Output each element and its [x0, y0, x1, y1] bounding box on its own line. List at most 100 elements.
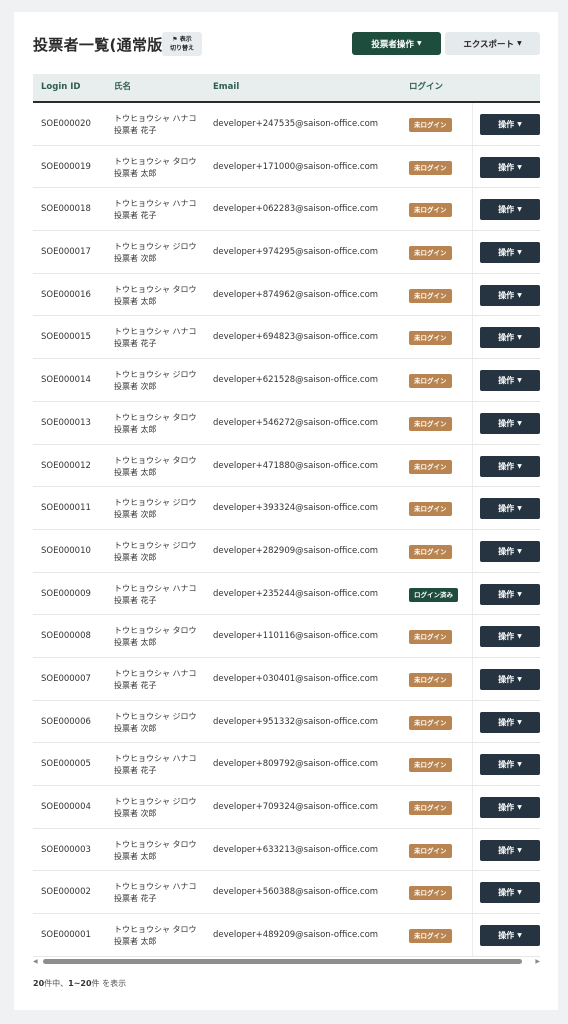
- voter-name: トウヒョウシャ タロウ 投票者 太郎: [114, 839, 197, 863]
- row-operation-button[interactable]: 操作 ▼: [480, 839, 540, 861]
- voter-name-kanji: 投票者 花子: [114, 894, 157, 904]
- export-label: エクスポート: [463, 39, 515, 50]
- total-unit: 件中、: [44, 979, 69, 988]
- column-header-login: ログイン: [409, 82, 444, 92]
- voter-email: developer+633213@saison-office.com: [213, 844, 379, 855]
- voter-email: developer+560388@saison-office.com: [213, 887, 379, 898]
- voter-ops-label: 投票者操作: [371, 39, 414, 50]
- voter-email: developer+030401@saison-office.com: [213, 673, 379, 684]
- column-divider: [472, 145, 473, 188]
- login-status-badge: ログイン済み: [409, 587, 458, 602]
- login-id: SOE000011: [41, 503, 91, 514]
- operation-label: 操作: [498, 546, 515, 556]
- voter-name-kanji: 投票者 次郎: [114, 809, 157, 818]
- login-id: SOE000015: [41, 332, 91, 343]
- voter-name-kanji: 投票者 太郎: [114, 467, 157, 477]
- operation-label: 操作: [498, 888, 515, 898]
- row-operation-button[interactable]: 操作 ▼: [480, 242, 540, 264]
- caret-down-icon: ▼: [517, 462, 522, 470]
- login-id: SOE000010: [41, 545, 91, 556]
- table-row: SOE000002 トウヒョウシャ ハナコ 投票者 花子 developer+5603…: [33, 871, 540, 915]
- voter-name-kanji: 投票者 花子: [114, 595, 157, 605]
- voter-email: developer+471880@saison-office.com: [213, 460, 379, 471]
- row-operation-button[interactable]: 操作 ▼: [480, 583, 540, 605]
- column-divider: [472, 657, 473, 700]
- row-operation-button[interactable]: 操作 ▼: [480, 370, 540, 392]
- operation-label: 操作: [498, 333, 515, 343]
- row-operation-button[interactable]: 操作 ▼: [480, 455, 540, 477]
- row-operation-button[interactable]: 操作 ▼: [480, 540, 540, 562]
- column-header-login-id: Login ID: [41, 82, 81, 92]
- caret-down-icon: ▼: [517, 846, 522, 854]
- voter-name-kana: トウヒョウシャ ハナコ: [114, 668, 197, 678]
- column-divider: [472, 487, 473, 529]
- voter-name-kana: トウヒョウシャ ジロウ: [114, 797, 197, 806]
- voter-name-kanji: 投票者 花子: [114, 680, 157, 690]
- voter-name-kana: トウヒョウシャ タロウ: [114, 284, 197, 294]
- row-operation-button[interactable]: 操作 ▼: [480, 882, 540, 904]
- operation-label: 操作: [498, 504, 515, 514]
- row-operation-button[interactable]: 操作 ▼: [480, 199, 540, 221]
- table-row: SOE000005 トウヒョウシャ ハナコ 投票者 花子 developer+8097…: [33, 743, 540, 786]
- login-status-badge: 未ログイン: [409, 118, 452, 132]
- scrollbar-thumb[interactable]: [43, 959, 522, 964]
- voter-name-kanji: 投票者 次郎: [114, 723, 157, 733]
- row-operation-button[interactable]: 操作 ▼: [480, 754, 540, 776]
- voter-name-kana: トウヒョウシャ タロウ: [114, 925, 197, 935]
- total-count: 20: [33, 979, 45, 988]
- row-operation-button[interactable]: 操作 ▼: [480, 797, 540, 818]
- display-toggle-button[interactable]: ⚑ 表示 切り替え: [162, 32, 202, 56]
- voter-operations-button[interactable]: 投票者操作 ▼: [352, 32, 441, 55]
- voter-name-kana: トウヒョウシャ ジロウ: [114, 540, 197, 550]
- voter-email: developer+489209@saison-office.com: [213, 930, 379, 941]
- horizontal-scrollbar[interactable]: ◀ ▶: [33, 957, 540, 966]
- voter-name-kana: トウヒョウシャ ジロウ: [114, 242, 197, 252]
- row-operation-button[interactable]: 操作 ▼: [480, 156, 540, 178]
- row-operation-button[interactable]: 操作 ▼: [480, 668, 540, 690]
- row-operation-button[interactable]: 操作 ▼: [480, 711, 540, 733]
- login-status-badge: 未ログイン: [409, 630, 452, 645]
- caret-down-icon: ▼: [517, 206, 522, 214]
- scroll-left-arrow-icon[interactable]: ◀: [33, 957, 38, 966]
- voter-email: developer+621528@saison-office.com: [213, 375, 379, 386]
- voter-name-kanji: 投票者 太郎: [114, 424, 157, 434]
- operation-label: 操作: [498, 760, 515, 770]
- row-operation-button[interactable]: 操作 ▼: [480, 925, 540, 947]
- voter-name: トウヒョウシャ ハナコ 投票者 花子: [114, 881, 197, 905]
- voter-name: トウヒョウシャ タロウ 投票者 太郎: [114, 625, 197, 649]
- row-operation-button[interactable]: 操作 ▼: [480, 498, 540, 520]
- voter-name-kanji: 投票者 花子: [114, 766, 157, 776]
- caret-down-icon: ▼: [517, 40, 522, 47]
- table-row: SOE000017 トウヒョウシャ ジロウ 投票者 次郎 developer+9742…: [33, 231, 540, 274]
- login-status-badge: 未ログイン: [409, 459, 452, 474]
- table-row: SOE000006 トウヒョウシャ ジロウ 投票者 次郎 developer+9513…: [33, 700, 540, 744]
- table-row: SOE000014 トウヒョウシャ ジロウ 投票者 次郎 developer+6215…: [33, 359, 540, 402]
- voter-name: トウヒョウシャ タロウ 投票者 太郎: [114, 156, 197, 180]
- column-divider: [472, 871, 473, 914]
- row-operation-button[interactable]: 操作 ▼: [480, 412, 540, 434]
- export-button[interactable]: エクスポート ▼: [445, 32, 540, 55]
- voter-email: developer+393324@saison-office.com: [213, 503, 379, 514]
- column-divider: [472, 743, 473, 785]
- row-operation-button[interactable]: 操作 ▼: [480, 114, 540, 135]
- voter-name: トウヒョウシャ ジロウ 投票者 次郎: [114, 241, 197, 265]
- voter-email: developer+546272@saison-office.com: [213, 417, 379, 428]
- login-id: SOE000004: [41, 802, 91, 812]
- table-row: SOE000010 トウヒョウシャ ジロウ 投票者 次郎 developer+2829…: [33, 529, 540, 573]
- caret-down-icon: ▼: [517, 121, 522, 128]
- row-operation-button[interactable]: 操作 ▼: [480, 327, 540, 349]
- login-id: SOE000014: [41, 375, 91, 386]
- login-status-badge: 未ログイン: [409, 758, 452, 773]
- row-operation-button[interactable]: 操作 ▼: [480, 626, 540, 648]
- login-id: SOE000020: [41, 119, 91, 129]
- table-row: SOE000007 トウヒョウシャ ハナコ 投票者 花子 developer+0304…: [33, 657, 540, 701]
- caret-down-icon: ▼: [517, 889, 522, 897]
- row-operation-button[interactable]: 操作 ▼: [480, 284, 540, 306]
- operation-label: 操作: [498, 674, 515, 684]
- scroll-right-arrow-icon[interactable]: ▶: [535, 957, 540, 966]
- caret-down-icon: ▼: [517, 590, 522, 598]
- caret-down-icon: ▼: [517, 932, 522, 940]
- voter-email: developer+694823@saison-office.com: [213, 332, 379, 343]
- login-id: SOE000006: [41, 716, 91, 727]
- column-header-name: 氏名: [114, 82, 132, 92]
